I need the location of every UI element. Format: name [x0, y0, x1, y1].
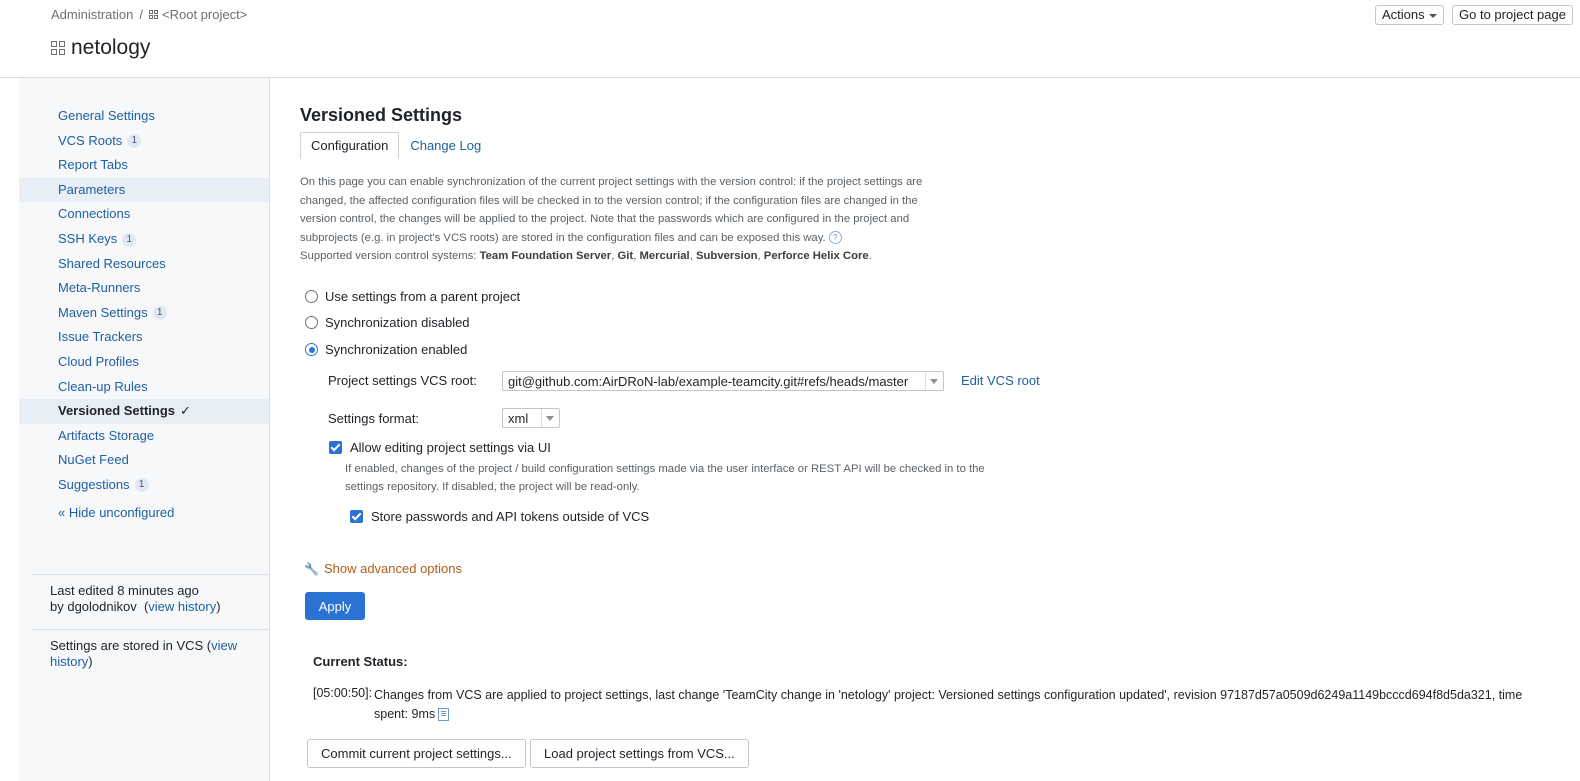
breadcrumb: Administration / <Root project>: [51, 7, 247, 22]
description-text: On this page you can enable synchronizat…: [300, 176, 923, 262]
page-title: netology: [51, 36, 150, 60]
hide-unconfigured-link[interactable]: « Hide unconfigured: [58, 505, 174, 520]
breadcrumb-administration[interactable]: Administration: [51, 7, 133, 22]
breadcrumb-root-project[interactable]: <Root project>: [162, 7, 247, 22]
actions-label: Actions: [1382, 7, 1425, 22]
dropdown-arrow-icon: [541, 409, 559, 427]
radio-sync-enabled[interactable]: Synchronization enabled: [305, 342, 467, 357]
vcs-system: Subversion: [695, 250, 758, 262]
last-edited-text: Last edited 8 minutes ago: [50, 583, 199, 598]
edited-by-text: by dgolodnikov: [50, 599, 137, 614]
sidebar-item-vcs-roots[interactable]: VCS Roots 1: [19, 129, 269, 154]
vcs-root-select[interactable]: git@github.com:AirDRoN-lab/example-teamc…: [502, 371, 944, 391]
radio-sync-disabled[interactable]: Synchronization disabled: [305, 315, 470, 330]
sidebar-item-maven-settings[interactable]: Maven Settings 1: [19, 301, 269, 326]
tab-configuration[interactable]: Configuration: [300, 132, 400, 159]
sidebar-item-suggestions[interactable]: Suggestions 1: [19, 473, 269, 498]
sidebar-divider: [31, 629, 269, 630]
sidebar-item-artifacts-storage[interactable]: Artifacts Storage: [19, 424, 269, 449]
view-history-link[interactable]: view history: [148, 599, 216, 614]
load-settings-button[interactable]: Load project settings from VCS...: [530, 739, 749, 768]
radio-button-selected[interactable]: [305, 343, 318, 356]
vcs-system: Team Foundation Server: [479, 250, 612, 262]
sidebar-item-meta-runners[interactable]: Meta-Runners: [19, 276, 269, 301]
sidebar-item-ssh-keys[interactable]: SSH Keys 1: [19, 227, 269, 252]
settings-stored-info: Settings are stored in VCS (view history…: [50, 638, 238, 669]
radio-button[interactable]: [305, 316, 318, 329]
project-grid-icon: [51, 41, 65, 55]
go-to-project-page-button[interactable]: Go to project page: [1452, 5, 1573, 25]
wrench-icon: 🔧: [304, 561, 319, 576]
project-title-text: netology: [71, 36, 151, 59]
count-badge: 1: [122, 232, 137, 247]
allow-editing-hint: If enabled, changes of the project / bui…: [345, 463, 985, 493]
current-status-title: Current Status:: [313, 654, 408, 669]
sidebar-item-parameters[interactable]: Parameters: [19, 177, 269, 203]
page-header: Administration / <Root project> netology…: [0, 0, 1580, 78]
sidebar-item-versioned-settings[interactable]: Versioned Settings ✓: [19, 399, 269, 424]
settings-format-label: Settings format:: [328, 411, 420, 426]
sidebar-item-nuget-feed[interactable]: NuGet Feed: [19, 448, 269, 473]
actions-dropdown-button[interactable]: Actions: [1375, 5, 1444, 25]
stored-text: Settings are stored in VCS (: [50, 638, 212, 653]
sidebar-item-cloud-profiles[interactable]: Cloud Profiles: [19, 350, 269, 375]
sidebar-divider: [31, 574, 269, 575]
settings-sidebar: General Settings VCS Roots 1 Report Tabs …: [19, 78, 270, 781]
edit-vcs-root-link[interactable]: Edit VCS root: [961, 373, 1040, 388]
radio-use-parent[interactable]: Use settings from a parent project: [305, 289, 520, 304]
copy-icon[interactable]: [438, 708, 450, 722]
checkbox-checked-icon[interactable]: [350, 510, 363, 523]
vcs-root-label: Project settings VCS root:: [328, 373, 477, 388]
sidebar-nav: General Settings VCS Roots 1 Report Tabs …: [19, 104, 269, 498]
sidebar-item-connections[interactable]: Connections: [19, 202, 269, 227]
show-advanced-options-link[interactable]: 🔧 Show advanced options: [304, 561, 462, 576]
store-passwords-checkbox[interactable]: Store passwords and API tokens outside o…: [350, 509, 649, 524]
checkbox-checked-icon[interactable]: [329, 441, 342, 454]
commit-settings-button[interactable]: Commit current project settings...: [307, 739, 526, 768]
last-edited-info: Last edited 8 minutes ago by dgolodnikov…: [50, 583, 260, 615]
vcs-system: Perforce Helix Core: [763, 250, 869, 262]
radio-button[interactable]: [305, 290, 318, 303]
count-badge: 1: [127, 134, 142, 149]
sidebar-item-report-tabs[interactable]: Report Tabs: [19, 153, 269, 178]
caret-down-icon: [1428, 13, 1437, 18]
tab-change-log[interactable]: Change Log: [399, 132, 492, 159]
project-grid-icon: [149, 10, 158, 19]
sidebar-item-clean-up-rules[interactable]: Clean-up Rules: [19, 375, 269, 400]
help-icon[interactable]: ?: [828, 231, 842, 245]
dropdown-arrow-icon: [925, 372, 943, 390]
check-icon: ✓: [180, 403, 191, 419]
allow-editing-checkbox[interactable]: Allow editing project settings via UI: [329, 440, 551, 455]
section-title: Versioned Settings: [300, 105, 463, 125]
sidebar-item-issue-trackers[interactable]: Issue Trackers: [19, 325, 269, 350]
breadcrumb-separator: /: [139, 7, 143, 22]
sidebar-item-general-settings[interactable]: General Settings: [19, 104, 269, 129]
count-badge: 1: [152, 306, 167, 321]
apply-button[interactable]: Apply: [305, 592, 365, 620]
status-timestamp: [05:00:50]:: [313, 686, 373, 700]
tab-bar: Configuration Change Log: [300, 132, 492, 159]
count-badge: 1: [134, 478, 149, 493]
sidebar-item-shared-resources[interactable]: Shared Resources: [19, 252, 269, 277]
vcs-system: Git: [617, 250, 634, 262]
status-message: Changes from VCS are applied to project …: [374, 688, 1523, 722]
settings-format-select[interactable]: xml: [502, 408, 560, 428]
vcs-system: Mercurial: [639, 250, 690, 262]
